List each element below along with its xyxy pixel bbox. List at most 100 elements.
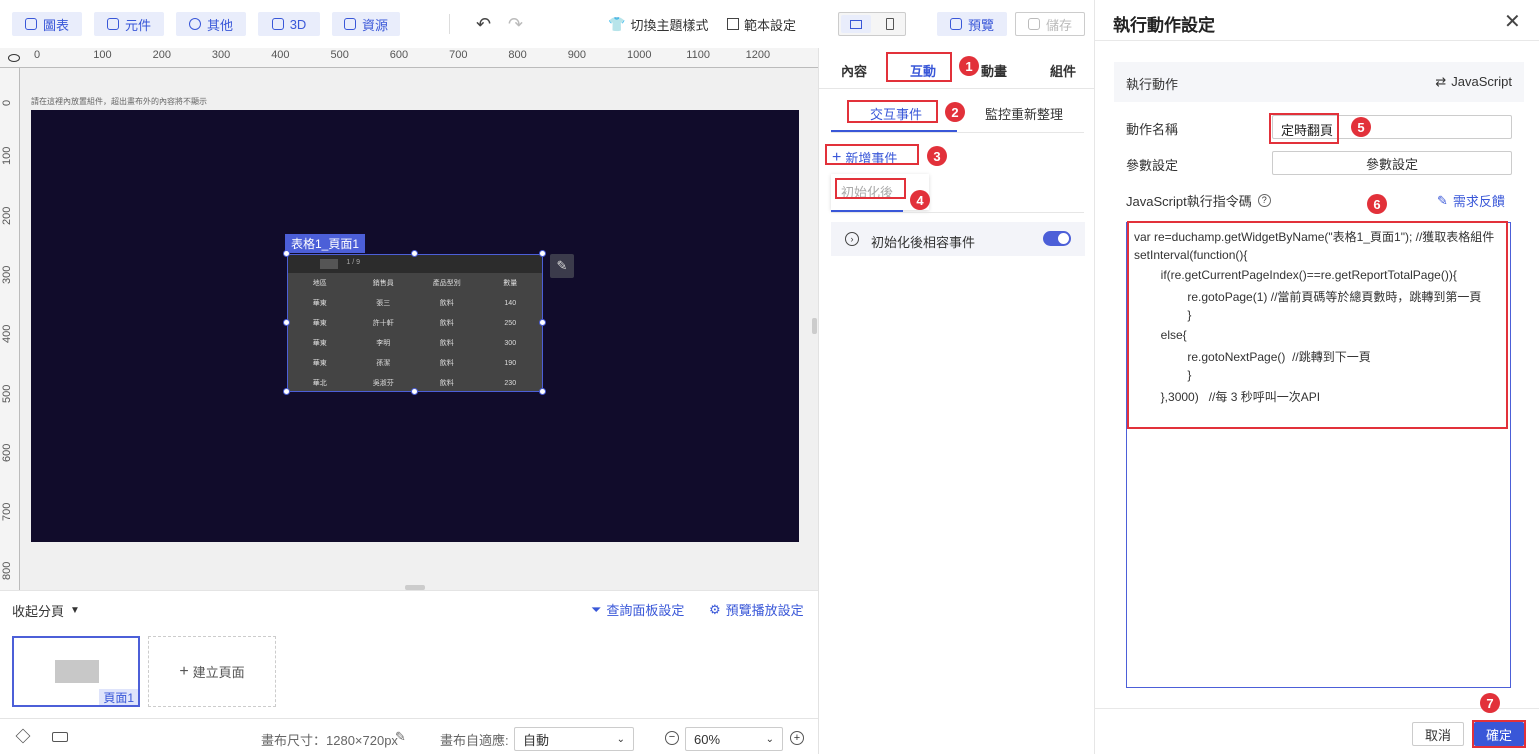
preview-button-label: 預覽: [967, 17, 994, 33]
preview-play-settings[interactable]: ⚙ 預覽播放設定: [709, 600, 804, 619]
other-button[interactable]: 其他: [176, 12, 246, 36]
pager-text: 1 / 9: [346, 259, 360, 266]
resize-handle[interactable]: [283, 319, 290, 326]
ruler-top-label: 200: [152, 49, 171, 61]
layers-icon[interactable]: [15, 728, 31, 744]
keyboard-icon[interactable]: [52, 732, 68, 742]
tab-component[interactable]: 組件: [1050, 61, 1076, 80]
resize-handle[interactable]: [539, 250, 546, 257]
close-icon[interactable]: ✕: [1504, 9, 1521, 34]
resize-handle[interactable]: [283, 250, 290, 257]
annotation-box: [847, 100, 938, 123]
js-label: JavaScript執行指令碼: [1126, 194, 1252, 209]
grid-icon: [727, 18, 739, 30]
auto-fit-select[interactable]: 自動 ⌄: [514, 727, 634, 751]
chevron-right-icon[interactable]: ›: [845, 232, 859, 246]
desktop-view-button[interactable]: [841, 15, 871, 33]
save-button[interactable]: 儲存: [1015, 12, 1085, 36]
pencil-icon: ✎: [556, 258, 568, 273]
undo-icon[interactable]: ↶: [476, 12, 491, 36]
tab-content[interactable]: 內容: [841, 61, 867, 80]
footer-divider: [1094, 708, 1539, 709]
table-header-cell: 地區: [312, 280, 327, 287]
table-cell: 吳淑芬: [372, 380, 394, 387]
annotation-badge: 2: [945, 102, 965, 122]
mobile-view-button[interactable]: [875, 15, 905, 33]
zoom-in-icon[interactable]: +: [790, 731, 804, 745]
preview-button[interactable]: 預覽: [937, 12, 1007, 36]
resize-handle[interactable]: [539, 319, 546, 326]
other-icon: [188, 18, 201, 30]
redo-icon[interactable]: ↷: [508, 12, 523, 36]
ruler-top-label: 1000: [627, 49, 652, 61]
subtab-monitor-refresh[interactable]: 監控重新整理: [985, 104, 1063, 123]
tab-animation[interactable]: 動畫: [981, 61, 1007, 80]
table-header: 地區 銷售員 產品型別 數量: [288, 275, 542, 293]
3d-button[interactable]: 3D: [258, 12, 320, 36]
ruler-top-label: 300: [211, 49, 231, 61]
resize-handle[interactable]: [411, 250, 418, 257]
event-toggle[interactable]: [1043, 231, 1071, 246]
param-settings-label: 參數設定: [1365, 156, 1418, 172]
action-row: 執行動作 ⇄ JavaScript: [1114, 62, 1524, 102]
widget-button[interactable]: 元件: [94, 12, 164, 36]
feedback-link[interactable]: ✎ 需求反饋: [1437, 191, 1505, 210]
table-row: 華東 李明 飲料 300: [288, 333, 542, 353]
table-body: 地區 銷售員 產品型別 數量 華東 張三 飲料 140 華東 許十軒 飲料 250 華東 李明 飲料 300…: [288, 275, 542, 393]
table-pager: 1 / 9: [288, 255, 542, 273]
table-cell: 飲料: [439, 300, 454, 307]
edit-widget-button[interactable]: ✎: [550, 254, 574, 278]
feedback-label: 需求反饋: [1452, 194, 1505, 209]
query-panel-settings[interactable]: ⏷ 查詢面板設定: [591, 600, 684, 619]
canvas-size-edit-icon[interactable]: ✎: [395, 729, 406, 745]
theme-switch-button[interactable]: 👕 切換主題樣式: [608, 12, 708, 36]
table-cell: 飲料: [439, 380, 454, 387]
table-header-cell: 銷售員: [372, 280, 394, 287]
template-settings-button[interactable]: 範本設定: [727, 12, 796, 36]
table-header-cell: 產品型別: [432, 280, 461, 287]
action-type-switch[interactable]: ⇄ JavaScript: [1435, 74, 1512, 90]
ruler-top-label: 800: [508, 49, 527, 61]
page-thumbnail[interactable]: 頁面1: [12, 636, 140, 707]
event-name: 初始化後相容事件: [871, 235, 976, 250]
collapse-pages-toggle[interactable]: 收起分頁 ▼: [12, 601, 80, 620]
resize-handle[interactable]: [411, 388, 418, 395]
create-page-button[interactable]: + 建立頁面: [148, 636, 276, 707]
js-label-row: JavaScript執行指令碼?: [1126, 191, 1271, 210]
dialog-title: 執行動作設定: [1113, 16, 1215, 35]
help-icon[interactable]: ?: [1257, 194, 1271, 207]
page-thumbnail-label: 頁面1: [99, 689, 138, 705]
zoom-select[interactable]: 60% ⌄: [685, 727, 783, 751]
event-row[interactable]: › 初始化後相容事件: [831, 222, 1085, 256]
edit-icon: ✎: [1437, 192, 1448, 208]
ruler-top-label: 0: [34, 49, 41, 61]
eye-icon: [8, 53, 20, 62]
chart-button[interactable]: 圖表: [12, 12, 82, 36]
cancel-label: 取消: [1424, 727, 1451, 743]
toggle-knob: [1058, 233, 1069, 244]
caret-down-icon: ▼: [70, 605, 80, 616]
table-cell: 230: [504, 379, 517, 387]
resource-button[interactable]: 資源: [332, 12, 400, 36]
table-cell: 140: [504, 299, 517, 307]
zoom-out-icon[interactable]: −: [665, 731, 679, 745]
cube-icon: [271, 18, 284, 30]
table-cell: 張三: [376, 300, 391, 307]
resize-handle[interactable]: [283, 388, 290, 395]
resize-handle[interactable]: [539, 388, 546, 395]
canvas-size-text: 畫布尺寸：1280×720px: [261, 733, 398, 748]
ruler-left: 0 100 200 300 400 500 600 700 800: [0, 68, 20, 590]
param-settings-button[interactable]: 參數設定: [1272, 151, 1512, 175]
cancel-button[interactable]: 取消: [1412, 722, 1464, 746]
annotation-box: [835, 178, 906, 199]
annotation-badge: 3: [927, 146, 947, 166]
ruler-left-label: 300: [1, 265, 13, 284]
param-label: 參數設定: [1126, 158, 1179, 173]
archive-icon: [343, 18, 356, 30]
event-active-indicator: [831, 210, 903, 212]
table-cell: 華東: [312, 360, 327, 367]
side-resize-grip[interactable]: [812, 318, 817, 334]
widget-button-label: 元件: [124, 17, 151, 33]
table-widget[interactable]: 1 / 9 地區 銷售員 產品型別 數量 華東 張三 飲料 140 華東 許十軒 飲料 250 華東李…: [287, 254, 543, 392]
eye-toggle[interactable]: [0, 48, 28, 68]
